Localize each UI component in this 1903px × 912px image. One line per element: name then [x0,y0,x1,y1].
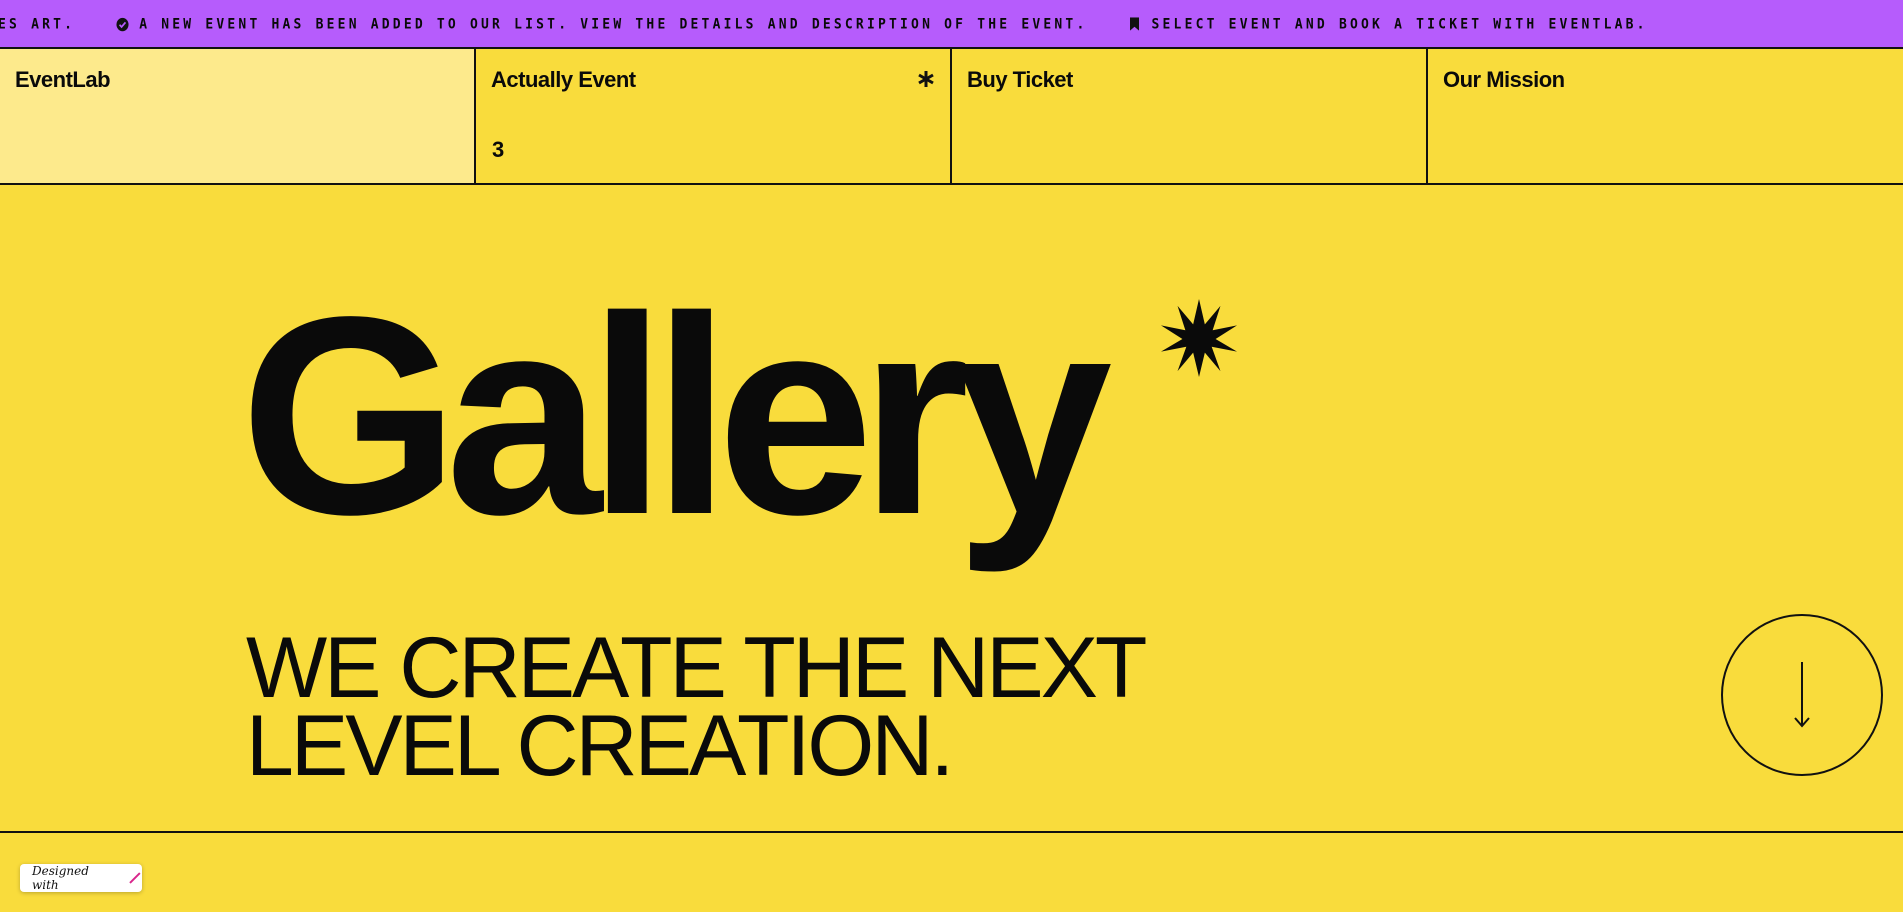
nav-item-buy-ticket[interactable]: Buy Ticket [952,49,1428,183]
ticker-item: A NEW EVENT HAS BEEN ADDED TO OUR LIST. … [115,15,1088,33]
ticker-item: SELECT EVENT AND BOOK A TICKET WITH EVEN… [1127,15,1648,33]
nav-item-our-mission[interactable]: Our Mission [1428,49,1903,183]
bookmark-icon [1127,16,1141,31]
tagline-line: WE CREATE THE NEXT [246,620,1147,716]
nav-item-actually-event[interactable]: Actually Event 3 [476,49,952,183]
ticker-text: A NEW EVENT HAS BEEN ADDED TO OUR LIST. … [139,15,1088,33]
ticker-text: ES ART. [0,15,76,33]
tagline-line: LEVEL CREATION. [246,698,954,794]
announcement-ticker: ES ART. A NEW EVENT HAS BEEN ADDED TO OU… [0,0,1903,49]
nav-item-label: Buy Ticket [967,67,1073,92]
starburst-icon [1160,299,1238,377]
brand-name: EventLab [15,67,111,92]
scroll-down-button[interactable] [1721,614,1883,776]
event-count: 3 [492,137,504,162]
check-circle-icon [115,16,129,31]
nav-item-label: Actually Event [491,67,636,92]
ticker-track: ES ART. A NEW EVENT HAS BEEN ADDED TO OU… [0,14,1688,34]
hero-section: Gallery WE CREATE THE NEXT LEVEL CREATIO… [0,187,1903,833]
nav-item-label: Our Mission [1443,67,1565,92]
main-nav: EventLab Actually Event 3 Buy Ticket Our… [0,49,1903,185]
ticker-text: SELECT EVENT AND BOOK A TICKET WITH EVEN… [1151,15,1648,33]
slash-logo-icon [129,872,141,884]
badge-label: Designed with [32,864,89,892]
ticker-item: ES ART. [0,16,75,33]
page-title: Gallery [240,258,1112,573]
arrow-down-icon [1794,662,1810,728]
hero-tagline: WE CREATE THE NEXT LEVEL CREATION. [246,620,1246,794]
asterisk-icon [918,71,934,87]
designed-with-badge[interactable]: Designed with [20,864,142,892]
brand-logo-link[interactable]: EventLab [0,49,476,183]
